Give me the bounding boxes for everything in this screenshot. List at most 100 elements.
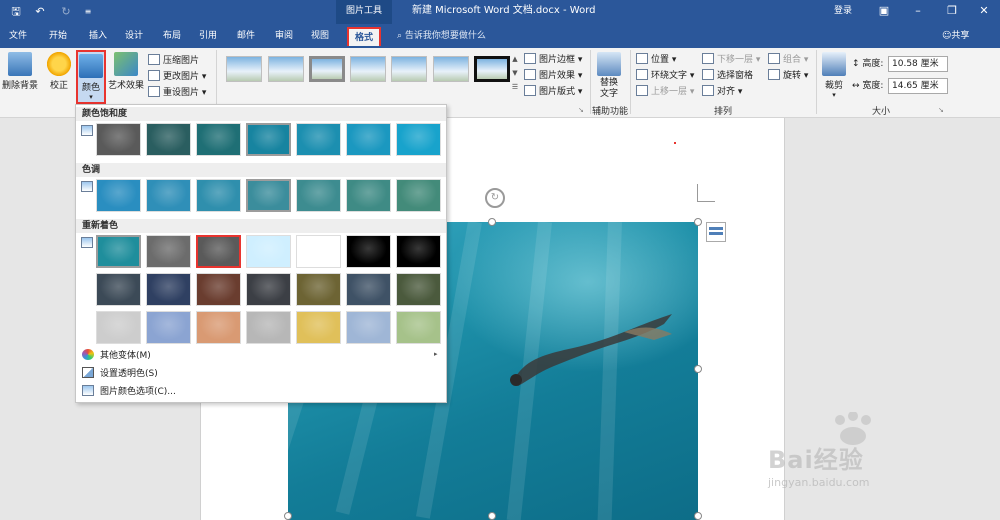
remove-background-button[interactable]: 删除背景: [2, 52, 38, 91]
saturation-swatch[interactable]: [146, 123, 191, 156]
tab-mailings[interactable]: 邮件: [232, 27, 260, 46]
share-button[interactable]: ☺共享: [942, 27, 969, 45]
recolor-swatch[interactable]: [396, 273, 441, 306]
recolor-swatch[interactable]: [146, 311, 191, 344]
crop-button[interactable]: 裁剪 ▾: [820, 52, 848, 99]
recolor-swatch[interactable]: [296, 235, 341, 268]
recolor-swatch[interactable]: [346, 273, 391, 306]
ribbon-display-options-icon[interactable]: ▣: [866, 0, 902, 24]
send-backward-button[interactable]: 下移一层 ▾: [702, 52, 760, 68]
saturation-swatch[interactable]: [196, 123, 241, 156]
tone-swatch[interactable]: [346, 179, 391, 212]
picture-border-button[interactable]: 图片边框 ▾: [524, 52, 582, 68]
dialog-launcher-icon[interactable]: ↘: [578, 106, 584, 114]
selection-pane-button[interactable]: 选择窗格: [702, 68, 753, 84]
dialog-launcher-icon[interactable]: ↘: [938, 106, 944, 114]
compress-pictures-button[interactable]: 压缩图片: [148, 53, 199, 69]
tone-swatch[interactable]: [96, 179, 141, 212]
picture-layout-button[interactable]: 图片版式 ▾: [524, 84, 582, 100]
picture-style-thumb[interactable]: [309, 56, 345, 82]
recolor-swatch[interactable]: [96, 235, 141, 268]
resize-handle[interactable]: [694, 218, 702, 226]
recolor-swatch[interactable]: [196, 235, 241, 268]
set-transparent-color-menu-item[interactable]: 设置透明色(S): [82, 366, 158, 382]
tone-swatch[interactable]: [246, 179, 291, 212]
recolor-swatch[interactable]: [396, 311, 441, 344]
bring-forward-button[interactable]: 上移一层 ▾: [636, 84, 694, 100]
undo-icon[interactable]: ↶: [32, 4, 48, 20]
tab-view[interactable]: 视图: [306, 27, 334, 46]
saturation-swatch[interactable]: [396, 123, 441, 156]
restore-icon[interactable]: ❐: [934, 0, 970, 24]
saturation-swatch[interactable]: [296, 123, 341, 156]
rotate-button[interactable]: 旋转 ▾: [768, 68, 808, 84]
change-picture-button[interactable]: 更改图片 ▾: [148, 69, 206, 85]
color-button[interactable]: 颜色 ▾: [76, 50, 106, 104]
rotate-handle-icon[interactable]: ↻: [485, 188, 505, 208]
alt-text-button[interactable]: 替换 文字: [594, 52, 624, 100]
resize-handle[interactable]: [694, 365, 702, 373]
tab-review[interactable]: 审阅: [270, 27, 298, 46]
corrections-button[interactable]: 校正: [44, 52, 74, 91]
recolor-swatch[interactable]: [246, 311, 291, 344]
customize-quick-access-icon[interactable]: ≡: [80, 4, 96, 20]
saturation-swatch[interactable]: [96, 123, 141, 156]
tone-swatch[interactable]: [396, 179, 441, 212]
tab-format[interactable]: 格式: [347, 27, 381, 46]
resize-handle[interactable]: [284, 512, 292, 520]
minimize-icon[interactable]: –: [900, 0, 936, 24]
saturation-swatch[interactable]: [346, 123, 391, 156]
picture-style-thumb[interactable]: [226, 56, 262, 82]
recolor-swatch[interactable]: [196, 273, 241, 306]
picture-effects-button[interactable]: 图片效果 ▾: [524, 68, 582, 84]
save-icon[interactable]: 🖫: [8, 4, 24, 20]
align-button[interactable]: 对齐 ▾: [702, 84, 742, 100]
tone-swatch[interactable]: [146, 179, 191, 212]
recolor-swatch[interactable]: [246, 273, 291, 306]
tone-swatch[interactable]: [296, 179, 341, 212]
recolor-swatch[interactable]: [196, 311, 241, 344]
tab-file[interactable]: 文件: [4, 27, 32, 46]
height-input[interactable]: 10.58 厘米: [888, 56, 948, 72]
recolor-swatch[interactable]: [296, 273, 341, 306]
picture-style-thumb[interactable]: [350, 56, 386, 82]
resize-handle[interactable]: [694, 512, 702, 520]
tab-references[interactable]: 引用: [194, 27, 222, 46]
login-link[interactable]: 登录: [834, 0, 852, 22]
tab-home[interactable]: 开始: [44, 27, 72, 46]
wrap-text-button[interactable]: 环绕文字 ▾: [636, 68, 694, 84]
tone-swatch[interactable]: [196, 179, 241, 212]
recolor-swatch[interactable]: [346, 235, 391, 268]
picture-style-thumb[interactable]: [391, 56, 427, 82]
tab-insert[interactable]: 插入: [84, 27, 112, 46]
picture-style-thumb[interactable]: [268, 56, 304, 82]
recolor-swatch[interactable]: [396, 235, 441, 268]
recolor-swatch[interactable]: [146, 235, 191, 268]
tab-design[interactable]: 设计: [120, 27, 148, 46]
resize-handle[interactable]: [488, 218, 496, 226]
position-button[interactable]: 位置 ▾: [636, 52, 676, 68]
margin-corner-mark: [697, 184, 715, 202]
recolor-swatch[interactable]: [246, 235, 291, 268]
gallery-scroll[interactable]: ▲ ▼ ☰: [510, 52, 520, 94]
more-variants-menu-item[interactable]: 其他变体(M): [82, 348, 151, 364]
close-icon[interactable]: ✕: [966, 0, 1000, 24]
recolor-swatch[interactable]: [96, 311, 141, 344]
recolor-swatch[interactable]: [146, 273, 191, 306]
redo-icon[interactable]: ↻: [58, 4, 74, 20]
tell-me-search[interactable]: ⌕ 告诉我你想要做什么: [397, 27, 486, 45]
picture-color-options-menu-item[interactable]: 图片颜色选项(C)...: [82, 384, 176, 400]
artistic-effects-button[interactable]: 艺术效果: [108, 52, 144, 91]
group-button[interactable]: 组合 ▾: [768, 52, 808, 68]
tab-layout[interactable]: 布局: [158, 27, 186, 46]
resize-handle[interactable]: [488, 512, 496, 520]
recolor-swatch[interactable]: [96, 273, 141, 306]
recolor-swatch[interactable]: [346, 311, 391, 344]
recolor-swatch[interactable]: [296, 311, 341, 344]
layout-options-icon[interactable]: [706, 222, 726, 242]
picture-style-thumb[interactable]: [433, 56, 469, 82]
reset-picture-button[interactable]: 重设图片 ▾: [148, 85, 206, 101]
picture-style-thumb[interactable]: [474, 56, 510, 82]
saturation-swatch[interactable]: [246, 123, 291, 156]
width-input[interactable]: 14.65 厘米: [888, 78, 948, 94]
